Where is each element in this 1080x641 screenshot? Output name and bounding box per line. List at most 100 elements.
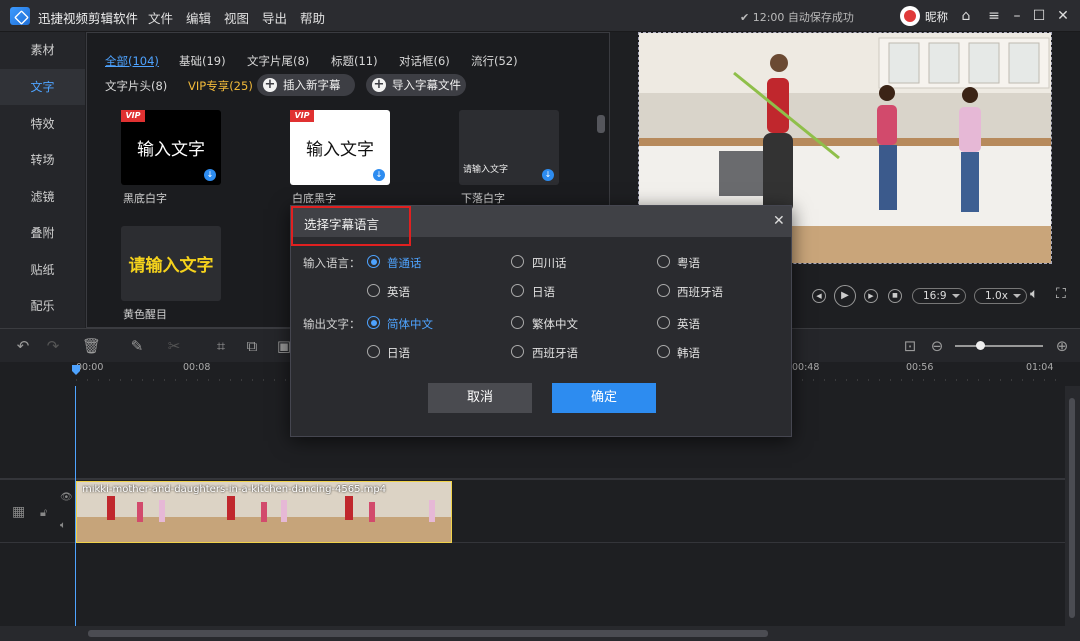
option-label: 韩语 <box>677 346 700 360</box>
edit-icon[interactable]: ✎ <box>128 337 146 355</box>
radio-output-simplified[interactable] <box>367 316 380 329</box>
redo-icon[interactable]: ↷ <box>44 337 62 355</box>
option-label: 西班牙语 <box>532 346 578 360</box>
lock-icon[interactable]: 🔓︎ <box>40 506 47 520</box>
zoom-slider-handle[interactable] <box>976 341 985 350</box>
option-label: 繁体中文 <box>532 317 578 331</box>
fullscreen-icon[interactable]: ⛶ <box>1056 286 1066 302</box>
template-label: 黄色醒目 <box>123 308 167 321</box>
timeline-horizontal-scrollbar[interactable] <box>0 626 1080 641</box>
sidebar-item-overlay[interactable]: 叠附 <box>0 215 85 251</box>
visibility-icon[interactable]: 👁︎ <box>60 492 73 503</box>
filter-popular[interactable]: 流行(52) <box>471 53 518 69</box>
option-label: 日语 <box>387 346 410 360</box>
radio-input-english[interactable] <box>367 284 380 297</box>
tick-label: 00:48 <box>792 362 820 373</box>
timeline-vertical-scrollbar[interactable] <box>1065 386 1080 626</box>
video-clip[interactable]: mikki-mother-and-daughters-in-a-kitchen-… <box>76 481 452 543</box>
filter-ending[interactable]: 文字片尾(8) <box>247 53 309 69</box>
download-icon[interactable]: ↓ <box>373 169 385 181</box>
delete-icon[interactable]: 🗑︎ <box>82 337 101 355</box>
menu-view[interactable]: 视图 <box>224 8 249 27</box>
radio-input-spanish[interactable] <box>657 284 670 297</box>
undo-icon[interactable]: ↶ <box>14 337 32 355</box>
cut-icon[interactable]: ✂ <box>165 337 183 355</box>
sidebar-item-transitions[interactable]: 转场 <box>0 142 85 178</box>
import-subtitle-button[interactable]: + 导入字幕文件 <box>366 74 466 96</box>
radio-input-sichuan[interactable] <box>511 255 524 268</box>
sidebar-item-text[interactable]: 文字 <box>0 69 85 105</box>
radio-output-japanese[interactable] <box>367 345 380 358</box>
zoom-in-icon[interactable]: ⊕ <box>1053 337 1071 355</box>
filter-opening[interactable]: 文字片头(8) <box>105 78 167 94</box>
sidebar-item-stickers[interactable]: 贴纸 <box>0 252 85 288</box>
aspect-ratio-select[interactable]: 16:9 <box>912 288 966 304</box>
avatar[interactable] <box>900 6 920 26</box>
stop-icon[interactable]: ■ <box>888 289 902 303</box>
sidebar-item-music[interactable]: 配乐 <box>0 288 85 324</box>
option-label: 日语 <box>532 285 555 299</box>
radio-output-korean[interactable] <box>657 345 670 358</box>
plus-icon: + <box>372 77 386 92</box>
template-label: 下落白字 <box>461 192 505 205</box>
next-frame-icon[interactable]: ▶ <box>864 289 878 303</box>
hamburger-menu-icon[interactable]: ≡ <box>985 7 1003 25</box>
filter-dialog[interactable]: 对话框(6) <box>399 53 450 69</box>
option-label: 普通话 <box>387 256 422 270</box>
output-text-label: 输出文字： <box>303 317 361 331</box>
plus-icon: + <box>263 77 277 92</box>
sidebar-item-effects[interactable]: 特效 <box>0 106 85 142</box>
cancel-button[interactable]: 取消 <box>428 383 532 413</box>
crop-icon[interactable]: ⌗ <box>212 337 230 355</box>
volume-icon[interactable]: 🔈︎ <box>1030 286 1038 302</box>
download-icon[interactable]: ↓ <box>204 169 216 181</box>
option-label: 英语 <box>387 285 410 299</box>
sidebar-item-filters[interactable]: 滤镜 <box>0 179 85 215</box>
filter-title[interactable]: 标题(11) <box>331 53 378 69</box>
template-black-white[interactable]: 输入文字 VIP ↓ <box>121 110 221 185</box>
vip-badge: VIP <box>121 110 145 122</box>
radio-output-traditional[interactable] <box>511 316 524 329</box>
radio-output-english[interactable] <box>657 316 670 329</box>
panel-scrollbar[interactable] <box>597 115 605 133</box>
filter-all[interactable]: 全部(104) <box>105 53 159 69</box>
prev-frame-icon[interactable]: ◀ <box>812 289 826 303</box>
template-label: 白底黑字 <box>292 192 336 205</box>
resize-icon[interactable]: ⧉ <box>243 337 261 355</box>
radio-input-japanese[interactable] <box>511 284 524 297</box>
close-window-icon[interactable]: ✕ <box>1054 7 1072 25</box>
template-falling-white[interactable]: 请输入文字 ↓ <box>459 110 559 185</box>
download-icon[interactable]: ↓ <box>542 169 554 181</box>
menu-file[interactable]: 文件 <box>148 8 173 27</box>
template-yellow[interactable]: 请输入文字 <box>121 226 221 301</box>
home-icon[interactable]: ⌂ <box>957 7 975 25</box>
play-icon[interactable]: ▶ <box>834 285 856 307</box>
radio-input-mandarin[interactable] <box>367 255 380 268</box>
radio-output-spanish[interactable] <box>511 345 524 358</box>
dialog-close-icon[interactable]: ✕ <box>773 213 785 229</box>
confirm-button[interactable]: 确定 <box>552 383 656 413</box>
zoom-out-icon[interactable]: ⊖ <box>928 337 946 355</box>
username[interactable]: 昵称 <box>925 9 948 25</box>
option-label: 西班牙语 <box>677 285 723 299</box>
tick-label: 00:08 <box>183 362 211 373</box>
filter-basic[interactable]: 基础(19) <box>179 53 226 69</box>
minimize-icon[interactable]: – <box>1008 7 1026 25</box>
radio-input-cantonese[interactable] <box>657 255 670 268</box>
menu-export[interactable]: 导出 <box>262 8 287 27</box>
filter-vip[interactable]: VIP专享(25) <box>188 78 253 94</box>
subtitle-language-dialog: 选择字幕语言 ✕ 输入语言： 普通话 四川话 粤语 英语 日语 西班牙语 输出文… <box>290 205 792 437</box>
audio-icon[interactable]: 🔈︎ <box>60 520 66 531</box>
maximize-icon[interactable]: ☐ <box>1030 7 1048 25</box>
template-white-black[interactable]: 输入文字 VIP ↓ <box>290 110 390 185</box>
video-track[interactable]: ▦ 🔓︎ 👁︎ 🔈︎ mikki-mother-and-daughters-in… <box>0 479 1065 543</box>
insert-subtitle-button[interactable]: + 插入新字幕 <box>257 74 355 96</box>
menu-edit[interactable]: 编辑 <box>186 8 211 27</box>
autosave-status: ✔ 12:00 自动保存成功 <box>740 11 854 24</box>
sidebar-item-media[interactable]: 素材 <box>0 32 85 68</box>
playhead[interactable] <box>75 386 76 626</box>
fit-timeline-icon[interactable]: ⊡ <box>901 337 919 355</box>
speed-select[interactable]: 1.0x <box>974 288 1027 304</box>
menu-help[interactable]: 帮助 <box>300 8 325 27</box>
zoom-slider[interactable] <box>955 341 1043 350</box>
